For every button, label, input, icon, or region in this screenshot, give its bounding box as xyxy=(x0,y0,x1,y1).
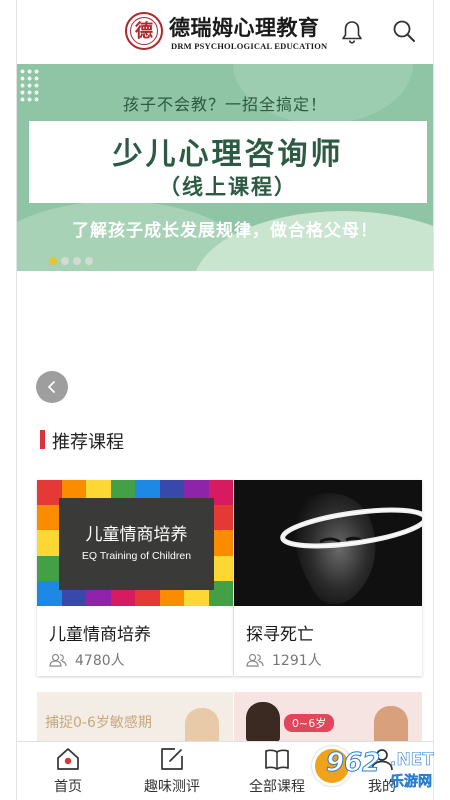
banner-pager xyxy=(49,257,93,265)
course-learners: 1291人 xyxy=(246,650,322,670)
nav-label: 首页 xyxy=(54,779,82,795)
users-icon xyxy=(49,653,67,667)
rainbow-cell xyxy=(37,580,62,606)
thumbnail-text-cn: 儿童情商培养 xyxy=(85,525,188,545)
course-title: 探寻死亡 xyxy=(246,625,314,645)
learner-count: 1291人 xyxy=(272,653,322,669)
pager-dot[interactable] xyxy=(73,257,81,265)
section-title: 推荐课程 xyxy=(52,432,124,453)
nav-label: 趣味测评 xyxy=(144,779,200,795)
logo-glyph: 德 xyxy=(130,17,158,45)
course-thumbnail xyxy=(234,480,422,606)
person-figure xyxy=(374,706,408,742)
banner-slogan: 了解孩子成长发展规律，做合格父母！ xyxy=(72,221,378,241)
peek-card-text: 捕捉0-6岁敏感期 xyxy=(45,715,152,731)
pager-dot[interactable] xyxy=(61,257,69,265)
halo-face-illustration xyxy=(234,480,422,606)
rainbow-cell xyxy=(37,505,62,531)
home-icon xyxy=(57,748,79,770)
course-card-partial[interactable]: 捕捉0-6岁敏感期 xyxy=(37,692,233,742)
chevron-left-icon xyxy=(48,381,55,393)
course-card[interactable]: 探寻死亡 1291人 xyxy=(234,480,422,676)
rainbow-cell xyxy=(37,530,62,556)
logo-seal: 德 xyxy=(125,12,163,50)
edit-icon xyxy=(161,748,183,770)
thumbnail-label-box: 儿童情商培养 EQ Training of Children xyxy=(59,498,214,590)
watermark-number: 962 xyxy=(325,748,381,779)
rainbow-cell xyxy=(37,480,62,506)
banner-tagline: 孩子不会教？一招全搞定！ xyxy=(122,95,327,114)
rainbow-cell xyxy=(37,555,62,581)
app-header: 德 德瑞姆心理教育 DRM PSYCHOLOGICAL EDUCATION xyxy=(17,0,433,62)
course-title: 儿童情商培养 xyxy=(49,625,151,645)
site-watermark: 962 .NET 乐游网 xyxy=(306,744,446,798)
course-learners: 4780人 xyxy=(49,650,125,670)
brand-name-cn: 德瑞姆心理教育 xyxy=(169,15,320,40)
promo-banner[interactable]: 孩子不会教？一招全搞定！ 少儿心理咨询师 （线上课程） 了解孩子成长发展规律，做… xyxy=(17,64,433,271)
banner-subtitle: （线上课程） xyxy=(159,175,297,199)
pager-dot[interactable] xyxy=(85,257,93,265)
frame-right-border xyxy=(433,0,434,800)
course-card[interactable]: 儿童情商培养 EQ Training of Children 儿童情商培养 47… xyxy=(37,480,233,676)
brand-name-en: DRM PSYCHOLOGICAL EDUCATION xyxy=(171,41,328,51)
book-icon xyxy=(265,749,289,770)
learner-count: 4780人 xyxy=(75,653,125,669)
search-icon[interactable] xyxy=(392,19,416,43)
age-badge: 0~6岁 xyxy=(284,714,335,732)
thumbnail-text-en: EQ Training of Children xyxy=(81,550,192,562)
person-figure xyxy=(246,702,280,742)
banner-title: 少儿心理咨询师 xyxy=(112,137,344,172)
section-accent-bar xyxy=(40,430,45,449)
users-icon xyxy=(246,653,264,667)
banner-title-card: 少儿心理咨询师 （线上课程） xyxy=(29,121,427,203)
course-thumbnail: 儿童情商培养 EQ Training of Children xyxy=(37,480,233,606)
nav-item-home[interactable]: 首页 xyxy=(23,746,113,796)
watermark-cn: 乐游网 xyxy=(390,774,433,791)
child-figure xyxy=(185,708,219,742)
nav-item-test[interactable]: 趣味测评 xyxy=(127,746,217,796)
prev-button[interactable] xyxy=(36,371,68,403)
bell-icon[interactable] xyxy=(340,19,364,45)
pager-dot-active[interactable] xyxy=(49,257,57,265)
watermark-net: .NET xyxy=(390,750,435,771)
course-card-partial[interactable]: 0~6岁 xyxy=(234,692,422,742)
